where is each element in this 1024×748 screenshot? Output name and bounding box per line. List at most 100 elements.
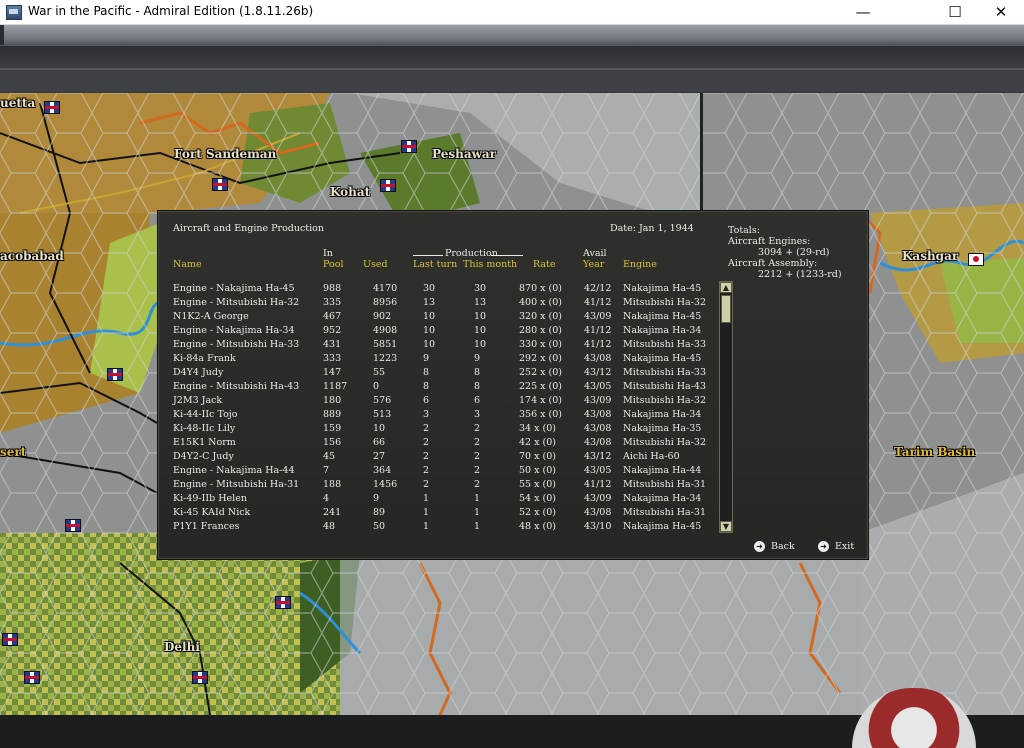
header-avail: Avail — [583, 248, 607, 259]
map-label-peshawar[interactable]: Peshawar — [432, 147, 496, 161]
british-flag-icon[interactable] — [107, 368, 123, 381]
row-pool: 147 — [323, 367, 342, 378]
production-row[interactable]: Engine - Nakajima Ha-34 952 4908 10 10 280 x … — [173, 325, 721, 339]
exit-button[interactable]: ➜ Exit — [818, 541, 854, 552]
production-row[interactable]: Ki-48-IIc Lily 159 10 2 2 34 x (0) 43/08 Nakaji… — [173, 423, 721, 437]
row-this-month: 2 — [474, 423, 481, 434]
header-last-turn[interactable]: Last turn — [413, 259, 457, 270]
production-row[interactable]: D4Y2-C Judy 45 27 2 2 70 x (0) 43/12 Aichi Ha-6… — [173, 451, 721, 465]
map-label-delhi[interactable]: Delhi — [164, 640, 200, 654]
row-avail-year: 41/12 — [584, 339, 612, 350]
production-row[interactable]: Engine - Nakajima Ha-44 7 364 2 2 50 x (0) 43/… — [173, 465, 721, 479]
production-row[interactable]: Ki-84a Frank 333 1223 9 9 292 x (0) 43/08 Nakaj… — [173, 353, 721, 367]
production-row[interactable]: P1Y1 Frances 48 50 1 1 48 x (0) 43/10 Nakajima … — [173, 521, 721, 535]
scroll-down-button[interactable]: ▼ — [720, 521, 732, 532]
row-name: Engine - Nakajima Ha-44 — [173, 465, 295, 476]
map-label-quetta[interactable]: uetta — [0, 96, 35, 110]
production-row[interactable]: E15K1 Norm 156 66 2 2 42 x (0) 43/08 Mitsubishi… — [173, 437, 721, 451]
row-rate: 50 x (0) — [519, 465, 556, 476]
map-label-desert[interactable]: sert — [0, 445, 26, 459]
header-name[interactable]: Name — [173, 259, 202, 270]
app-icon — [6, 5, 22, 20]
row-pool: 4 — [323, 493, 330, 504]
header-in: In — [323, 248, 333, 259]
arrow-right-icon: ➜ — [754, 541, 765, 552]
production-row[interactable]: Ki-45 KAId Nick 241 89 1 1 52 x (0) 43/08 Mitsu… — [173, 507, 721, 521]
british-flag-icon[interactable] — [380, 179, 396, 192]
row-used: 0 — [373, 381, 380, 392]
production-row[interactable]: D4Y4 Judy 147 55 8 8 252 x (0) 43/12 Mitsubishi… — [173, 367, 721, 381]
production-row[interactable]: Ki-44-IIc Tojo 889 513 3 3 356 x (0) 43/08 Naka… — [173, 409, 721, 423]
row-name: Ki-45 KAId Nick — [173, 507, 251, 518]
british-flag-icon[interactable] — [24, 671, 40, 684]
row-rate: 55 x (0) — [519, 479, 556, 490]
map-label-jacobabad[interactable]: acobabad — [0, 249, 64, 263]
header-this-month[interactable]: This month — [463, 259, 517, 270]
row-last-turn: 10 — [423, 325, 436, 336]
production-row[interactable]: Ki-49-IIb Helen 4 9 1 1 54 x (0) 43/09 Nakajima… — [173, 493, 721, 507]
production-row[interactable]: Engine - Mitsubishi Ha-31 188 1456 2 2 55 x (… — [173, 479, 721, 493]
british-flag-icon[interactable] — [2, 633, 18, 646]
scroll-thumb[interactable] — [721, 295, 731, 323]
row-used: 8956 — [373, 297, 398, 308]
close-button[interactable]: ✕ — [978, 0, 1024, 24]
row-engine: Nakajima Ha-45 — [623, 283, 702, 294]
row-name: Ki-48-IIc Lily — [173, 423, 236, 434]
maximize-button[interactable]: ☐ — [932, 0, 978, 24]
map-label-fort-sandeman[interactable]: Fort Sandeman — [174, 147, 276, 161]
row-engine: Mitsubishi Ha-32 — [623, 437, 706, 448]
row-this-month: 13 — [474, 297, 487, 308]
row-last-turn: 30 — [423, 283, 436, 294]
production-row[interactable]: Engine - Mitsubishi Ha-43 1187 0 8 8 225 x (0… — [173, 381, 721, 395]
row-used: 576 — [373, 395, 392, 406]
row-rate: 34 x (0) — [519, 423, 556, 434]
exit-label: Exit — [835, 541, 855, 552]
row-this-month: 6 — [474, 395, 481, 406]
british-flag-icon[interactable] — [44, 101, 60, 114]
header-rate[interactable]: Rate — [533, 259, 555, 270]
map-label-tarim-basin[interactable]: Tarim Basin — [894, 445, 975, 459]
list-scrollbar[interactable]: ▲ ▼ — [719, 281, 733, 533]
map-panel-frame — [700, 93, 703, 211]
row-this-month: 1 — [474, 521, 481, 532]
row-avail-year: 43/08 — [584, 437, 612, 448]
row-this-month: 8 — [474, 381, 481, 392]
back-button[interactable]: ➜ Back — [754, 541, 795, 552]
row-this-month: 2 — [474, 479, 481, 490]
row-engine: Nakajima Ha-34 — [623, 409, 702, 420]
production-row[interactable]: Engine - Nakajima Ha-45 988 4170 30 30 870 x … — [173, 283, 721, 297]
british-flag-icon[interactable] — [275, 596, 291, 609]
row-used: 50 — [373, 521, 386, 532]
header-pool[interactable]: Pool — [323, 259, 343, 270]
production-row[interactable]: J2M3 Jack 180 576 6 6 174 x (0) 43/09 Mitsubish… — [173, 395, 721, 409]
scroll-up-button[interactable]: ▲ — [720, 282, 732, 293]
row-rate: 174 x (0) — [519, 395, 562, 406]
row-last-turn: 2 — [423, 465, 430, 476]
production-row[interactable]: N1K2-A George 467 902 10 10 320 x (0) 43/09 Nak… — [173, 311, 721, 325]
row-name: Engine - Nakajima Ha-45 — [173, 283, 295, 294]
british-flag-icon[interactable] — [212, 178, 228, 191]
row-last-turn: 2 — [423, 451, 430, 462]
row-last-turn: 1 — [423, 521, 430, 532]
british-flag-icon[interactable] — [192, 671, 208, 684]
row-rate: 292 x (0) — [519, 353, 562, 364]
minimize-button[interactable]: — — [840, 0, 886, 24]
british-flag-icon[interactable] — [65, 519, 81, 532]
british-flag-icon[interactable] — [401, 140, 417, 153]
header-used[interactable]: Used — [363, 259, 388, 270]
row-pool: 467 — [323, 311, 342, 322]
production-row[interactable]: Engine - Mitsubishi Ha-32 335 8956 13 13 400 … — [173, 297, 721, 311]
japanese-flag-icon[interactable] — [968, 253, 984, 266]
row-pool: 45 — [323, 451, 336, 462]
production-row[interactable]: Engine - Mitsubishi Ha-33 431 5851 10 10 330 … — [173, 339, 721, 353]
production-divider — [413, 255, 443, 256]
row-engine: Mitsubishi Ha-33 — [623, 339, 706, 350]
row-rate: 870 x (0) — [519, 283, 562, 294]
dialog-title: Aircraft and Engine Production — [173, 223, 325, 234]
row-pool: 1187 — [323, 381, 348, 392]
header-engine[interactable]: Engine — [623, 259, 657, 270]
map-label-kashgar[interactable]: Kashgar — [902, 249, 958, 263]
row-rate: 320 x (0) — [519, 311, 562, 322]
map-label-kohat[interactable]: Kohat — [330, 185, 370, 199]
header-year[interactable]: Year — [583, 259, 604, 270]
